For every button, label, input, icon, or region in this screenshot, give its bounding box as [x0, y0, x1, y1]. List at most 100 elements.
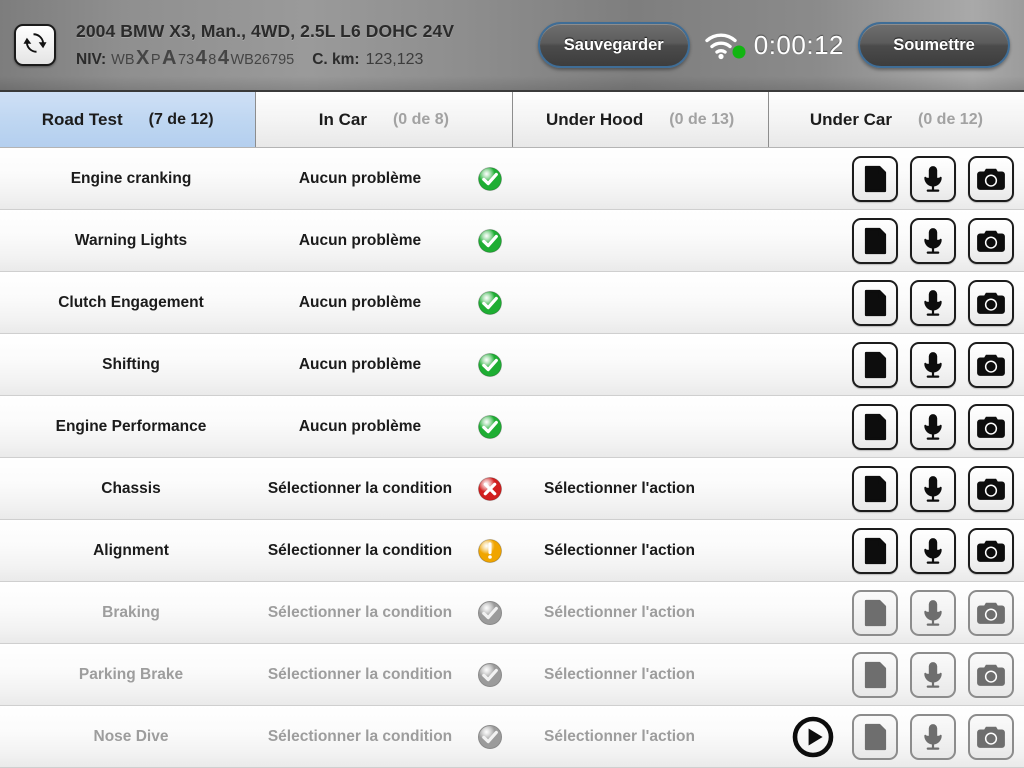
vin-char: 6	[261, 51, 270, 68]
voice-note-button	[910, 589, 956, 636]
camera-icon	[976, 226, 1006, 256]
status-badge-ok	[458, 228, 522, 254]
tab-under-hood[interactable]: Under Hood (0 de 13)	[512, 92, 769, 147]
tab-in-car[interactable]: In Car (0 de 8)	[256, 92, 513, 147]
row-action-icons	[852, 713, 1014, 760]
condition-select[interactable]: Aucun problème	[262, 356, 458, 374]
microphone-icon	[918, 598, 948, 628]
table-row: Alignment Sélectionner la condition Sélect…	[0, 520, 1024, 582]
note-document-icon	[860, 226, 890, 256]
tab-road-test[interactable]: Road Test (7 de 12)	[0, 92, 257, 147]
note-button[interactable]	[852, 279, 898, 326]
app-header: 2004 BMW X3, Man., 4WD, 2.5L L6 DOHC 24V…	[0, 0, 1024, 92]
tab-label: Under Car	[809, 109, 892, 129]
voice-note-button[interactable]	[910, 403, 956, 450]
vin-char: W	[111, 51, 125, 68]
condition-select[interactable]: Sélectionner la condition	[262, 542, 458, 560]
status-badge-ok	[458, 414, 522, 440]
photo-button[interactable]	[968, 403, 1014, 450]
row-action-icons	[852, 403, 1014, 450]
save-button[interactable]: Sauvegarder	[537, 22, 690, 68]
photo-button	[968, 651, 1014, 698]
photo-button[interactable]	[968, 155, 1014, 202]
photo-button[interactable]	[968, 217, 1014, 264]
photo-button[interactable]	[968, 527, 1014, 574]
condition-select[interactable]: Sélectionner la condition	[262, 480, 458, 498]
note-button[interactable]	[852, 465, 898, 512]
note-button[interactable]	[852, 527, 898, 574]
voice-note-button[interactable]	[910, 527, 956, 574]
photo-button[interactable]	[968, 341, 1014, 388]
submit-button[interactable]: Soumettre	[858, 22, 1010, 68]
tab-count: (7 de 12)	[148, 110, 214, 128]
tab-count: (0 de 12)	[918, 110, 983, 128]
microphone-icon	[918, 288, 948, 318]
voice-note-button	[910, 713, 956, 760]
note-document-icon	[860, 536, 890, 566]
voice-note-button[interactable]	[910, 279, 956, 326]
play-button[interactable]	[782, 714, 844, 760]
vehicle-title: 2004 BMW X3, Man., 4WD, 2.5L L6 DOHC 24V	[76, 20, 455, 41]
refresh-button[interactable]	[14, 24, 56, 66]
action-select[interactable]: Sélectionner l'action	[522, 480, 782, 498]
camera-icon	[976, 536, 1006, 566]
photo-button[interactable]	[968, 279, 1014, 326]
tab-label: Under Hood	[546, 109, 644, 129]
inspection-tabs: Road Test (7 de 12) In Car (0 de 8) Under Ho…	[0, 92, 1024, 148]
note-document-icon	[860, 660, 890, 690]
condition-select[interactable]: Aucun problème	[262, 294, 458, 312]
note-document-icon	[860, 598, 890, 628]
status-badge-ok	[458, 290, 522, 316]
camera-icon	[976, 660, 1006, 690]
table-row: Braking Sélectionner la condition Sélectio…	[0, 582, 1024, 644]
camera-icon	[976, 722, 1006, 752]
table-row: Engine Performance Aucun problème	[0, 396, 1024, 458]
note-document-icon	[860, 722, 890, 752]
condition-select[interactable]: Aucun problème	[262, 170, 458, 188]
condition-select[interactable]: Aucun problème	[262, 418, 458, 436]
note-button[interactable]	[852, 155, 898, 202]
condition-select: Sélectionner la condition	[267, 727, 453, 745]
note-button	[852, 589, 898, 636]
voice-note-button[interactable]	[910, 217, 956, 264]
vin-char: 5	[286, 51, 295, 68]
session-timer: 0:00:12	[753, 29, 844, 60]
microphone-icon	[918, 350, 948, 380]
table-row: Warning Lights Aucun problème	[0, 210, 1024, 272]
microphone-icon	[918, 536, 948, 566]
connection-status-group: 0:00:12	[704, 30, 844, 61]
vin-char: 2	[253, 51, 262, 68]
photo-button	[968, 589, 1014, 636]
voice-note-button[interactable]	[910, 465, 956, 512]
note-button[interactable]	[852, 217, 898, 264]
note-button	[852, 651, 898, 698]
vin-char: 9	[278, 51, 287, 68]
status-badge-ok	[458, 166, 522, 192]
voice-note-button[interactable]	[910, 341, 956, 388]
inspection-item-name: Shifting	[102, 355, 160, 373]
note-button[interactable]	[852, 341, 898, 388]
table-row: Clutch Engagement Aucun problème	[0, 272, 1024, 334]
condition-select[interactable]: Aucun problème	[262, 232, 458, 250]
vin-char: 7	[177, 51, 187, 68]
voice-note-button[interactable]	[910, 155, 956, 202]
action-select[interactable]: Sélectionner l'action	[522, 542, 782, 560]
tab-under-car[interactable]: Under Car (0 de 12)	[768, 92, 1024, 147]
row-action-icons	[852, 589, 1014, 636]
tab-count: (0 de 8)	[392, 110, 449, 128]
odometer-label: C. km:	[312, 50, 360, 68]
status-badge-warning	[458, 538, 522, 564]
camera-icon	[976, 598, 1006, 628]
table-row: Parking Brake Sélectionner la condition Sé…	[0, 644, 1024, 706]
table-row: Chassis Sélectionner la condition Sélectio…	[0, 458, 1024, 520]
photo-button[interactable]	[968, 465, 1014, 512]
header-actions: Sauvegarder 0:00:12 Soumettre	[537, 22, 1010, 68]
note-document-icon	[860, 164, 890, 194]
microphone-icon	[918, 474, 948, 504]
action-select: Sélectionner l'action	[544, 665, 695, 683]
note-button[interactable]	[852, 403, 898, 450]
table-row: Engine cranking Aucun problème	[0, 148, 1024, 210]
vin-char: P	[150, 51, 161, 68]
vin-char: X	[136, 46, 150, 69]
row-action-icons	[852, 341, 1014, 388]
